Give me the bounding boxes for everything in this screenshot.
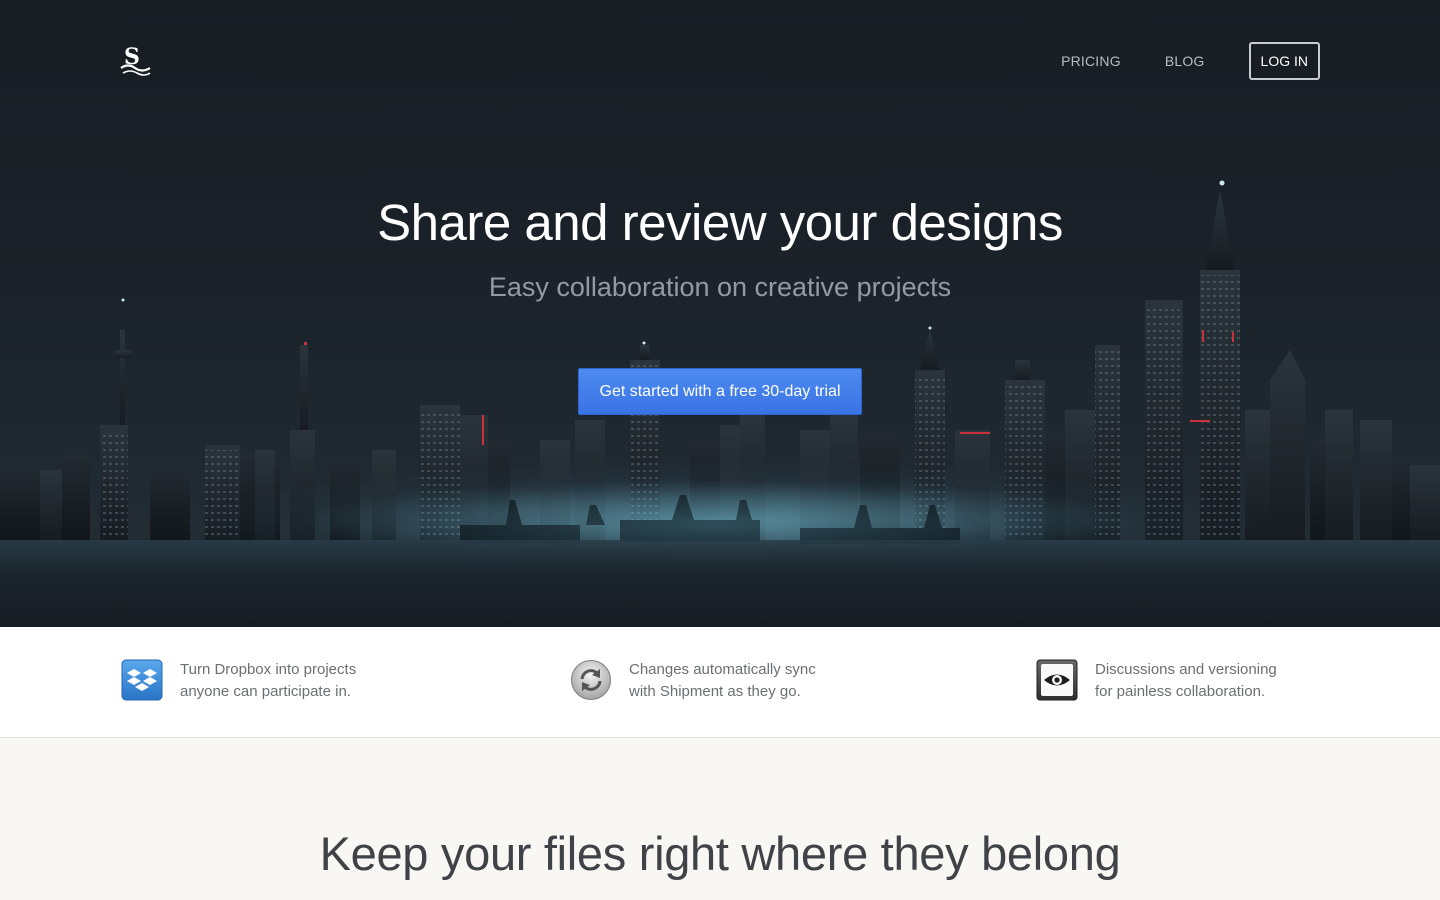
feature-discussions-line1: Discussions and versioning xyxy=(1095,661,1277,678)
feature-sync: Changes automatically sync with Shipment… xyxy=(570,659,849,703)
sync-icon xyxy=(571,660,611,700)
water-reflection xyxy=(0,540,1440,627)
section-title: Keep your files right where they belong xyxy=(319,827,1121,880)
feature-sync-line1: Changes automatically sync xyxy=(629,661,816,678)
top-nav: PRICING BLOG LOG IN xyxy=(1061,42,1320,80)
files-section: Keep your files right where they belong xyxy=(0,738,1440,900)
feature-dropbox-line1: Turn Dropbox into projects xyxy=(180,661,357,678)
eye-icon xyxy=(1036,659,1078,701)
login-button[interactable]: LOG IN xyxy=(1248,42,1320,80)
nav-pricing-link[interactable]: PRICING xyxy=(1061,42,1121,80)
feature-sync-line2: with Shipment as they go. xyxy=(629,683,801,700)
free-trial-button[interactable]: Get started with a free 30-day trial xyxy=(578,368,862,415)
hero-section: S PRICING BLOG LOG IN Share and review y… xyxy=(0,0,1440,627)
feature-dropbox-line2: anyone can participate in. xyxy=(180,683,351,700)
feature-discussions-line2: for painless collaboration. xyxy=(1095,683,1266,700)
logo-icon: S xyxy=(120,44,151,76)
nav-blog-link[interactable]: BLOG xyxy=(1165,42,1205,80)
shipment-logo[interactable]: S xyxy=(120,44,154,76)
hero-subtitle: Easy collaboration on creative projects xyxy=(488,272,952,302)
hero-title: Share and review your designs xyxy=(377,194,1063,251)
features-strip: Turn Dropbox into projects anyone can pa… xyxy=(0,627,1440,738)
dropbox-icon xyxy=(121,659,163,701)
feature-dropbox: Turn Dropbox into projects anyone can pa… xyxy=(121,659,400,703)
feature-discussions: Discussions and versioning for painless … xyxy=(1036,659,1325,703)
